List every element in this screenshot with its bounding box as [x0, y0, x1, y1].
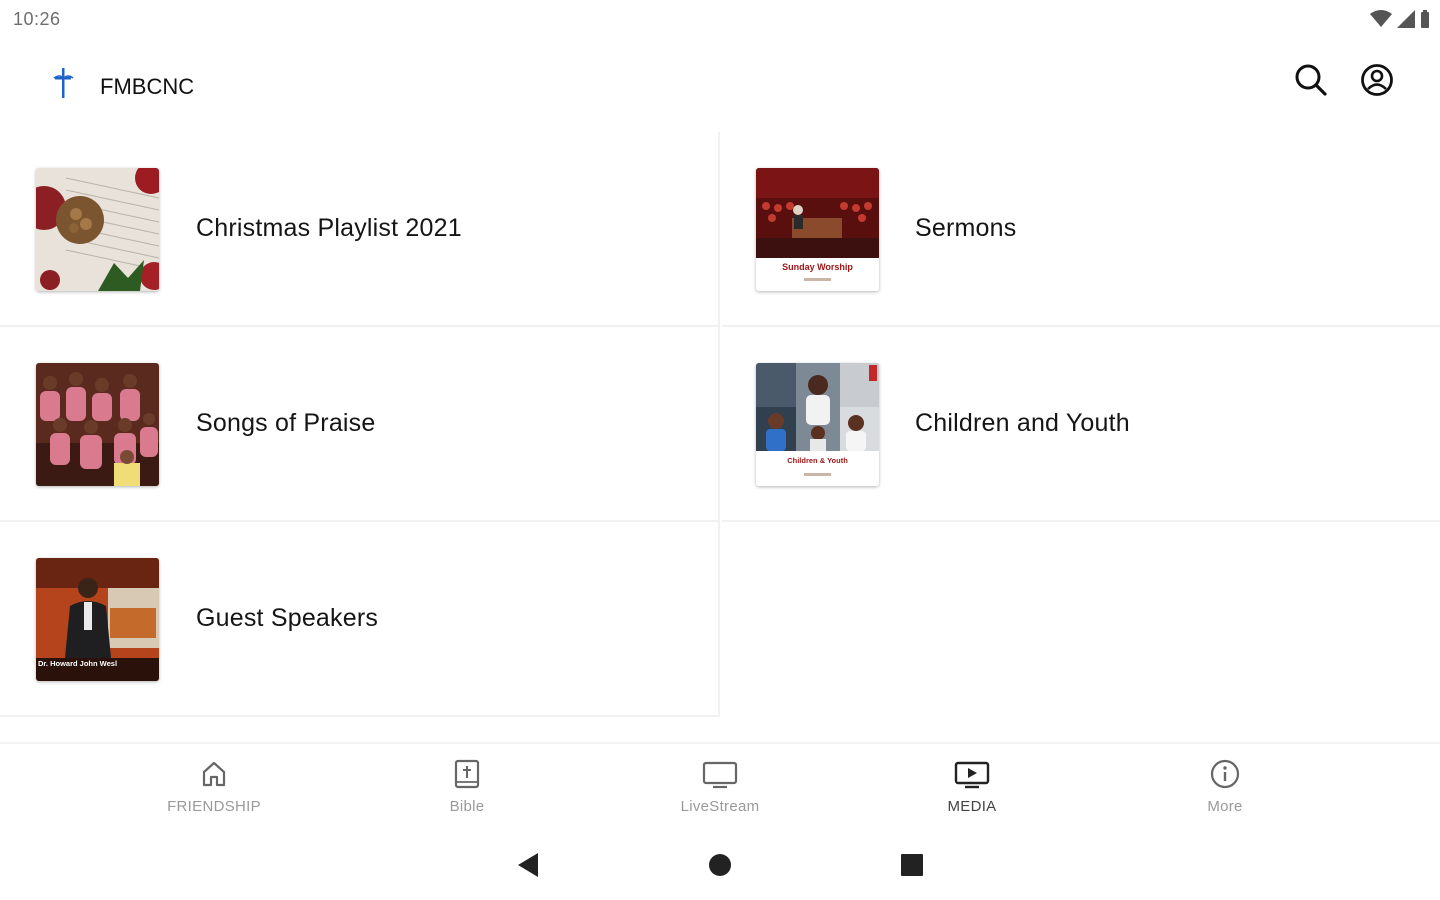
- children-and-youth-thumbnail: Children & Youth: [756, 363, 879, 486]
- nav-item-bible[interactable]: Bible: [387, 754, 547, 824]
- back-icon[interactable]: [516, 852, 540, 883]
- sermons-thumbnail-caption: Sunday Worship: [782, 262, 853, 272]
- media-category-songs-of-praise[interactable]: Songs of Praise: [0, 327, 720, 522]
- media-category-label: Songs of Praise: [196, 409, 376, 437]
- system-navigation-bar: [0, 830, 1440, 900]
- guest-speakers-thumbnail: Dr. Howard John Wesl: [36, 558, 159, 681]
- guest-speakers-thumbnail-caption: Dr. Howard John Wesl: [38, 659, 117, 668]
- battery-icon: [1420, 10, 1430, 28]
- wifi-icon: [1370, 10, 1392, 28]
- christmas-playlist-thumbnail: [36, 168, 159, 291]
- info-icon: [1209, 754, 1241, 794]
- app-title: FMBCNC: [100, 74, 195, 99]
- cellular-signal-icon: [1397, 10, 1415, 28]
- search-button[interactable]: [1291, 62, 1331, 102]
- media-category-label: Children and Youth: [915, 409, 1130, 437]
- search-icon: [1294, 63, 1328, 102]
- nav-item-more[interactable]: More: [1145, 754, 1305, 824]
- nav-label: MEDIA: [947, 798, 997, 815]
- home-circle-icon[interactable]: [708, 852, 732, 883]
- media-play-icon: [954, 754, 990, 794]
- app-bar: FMBCNC: [0, 40, 1440, 132]
- account-icon: [1360, 63, 1394, 102]
- nav-label: More: [1207, 798, 1243, 815]
- nav-item-friendship[interactable]: FRIENDSHIP: [134, 754, 294, 824]
- sermons-thumbnail: Sunday Worship: [756, 168, 879, 291]
- status-icons: [1370, 9, 1430, 29]
- media-category-grid: Christmas Playlist 2021 Sunday Worship S…: [0, 132, 1440, 717]
- media-category-children-and-youth[interactable]: Children & Youth Children and Youth: [722, 327, 1440, 522]
- children-youth-thumbnail-caption: Children & Youth: [787, 456, 848, 465]
- media-category-sermons[interactable]: Sunday Worship Sermons: [722, 132, 1440, 327]
- media-category-label: Guest Speakers: [196, 604, 379, 632]
- account-button[interactable]: [1357, 62, 1397, 102]
- status-time: 10:26: [13, 9, 61, 29]
- nav-label: FRIENDSHIP: [167, 798, 261, 815]
- monitor-icon: [702, 754, 738, 794]
- nav-label: Bible: [449, 798, 485, 815]
- nav-label: LiveStream: [680, 798, 760, 815]
- nav-item-livestream[interactable]: LiveStream: [640, 754, 800, 824]
- media-category-label: Sermons: [915, 214, 1017, 242]
- bottom-navigation: FRIENDSHIP Bible LiveStream MEDIA More: [0, 744, 1440, 830]
- home-icon: [199, 754, 229, 794]
- media-category-christmas-playlist[interactable]: Christmas Playlist 2021: [0, 132, 720, 327]
- nav-item-media[interactable]: MEDIA: [892, 754, 1052, 824]
- songs-of-praise-thumbnail: [36, 363, 159, 486]
- cross-logo-icon: [50, 66, 76, 105]
- media-category-guest-speakers[interactable]: Dr. Howard John Wesl Guest Speakers: [0, 522, 720, 717]
- media-category-label: Christmas Playlist 2021: [196, 214, 462, 242]
- recents-square-icon[interactable]: [900, 852, 924, 883]
- status-bar: 10:26: [0, 0, 1440, 40]
- bible-icon: [452, 754, 482, 794]
